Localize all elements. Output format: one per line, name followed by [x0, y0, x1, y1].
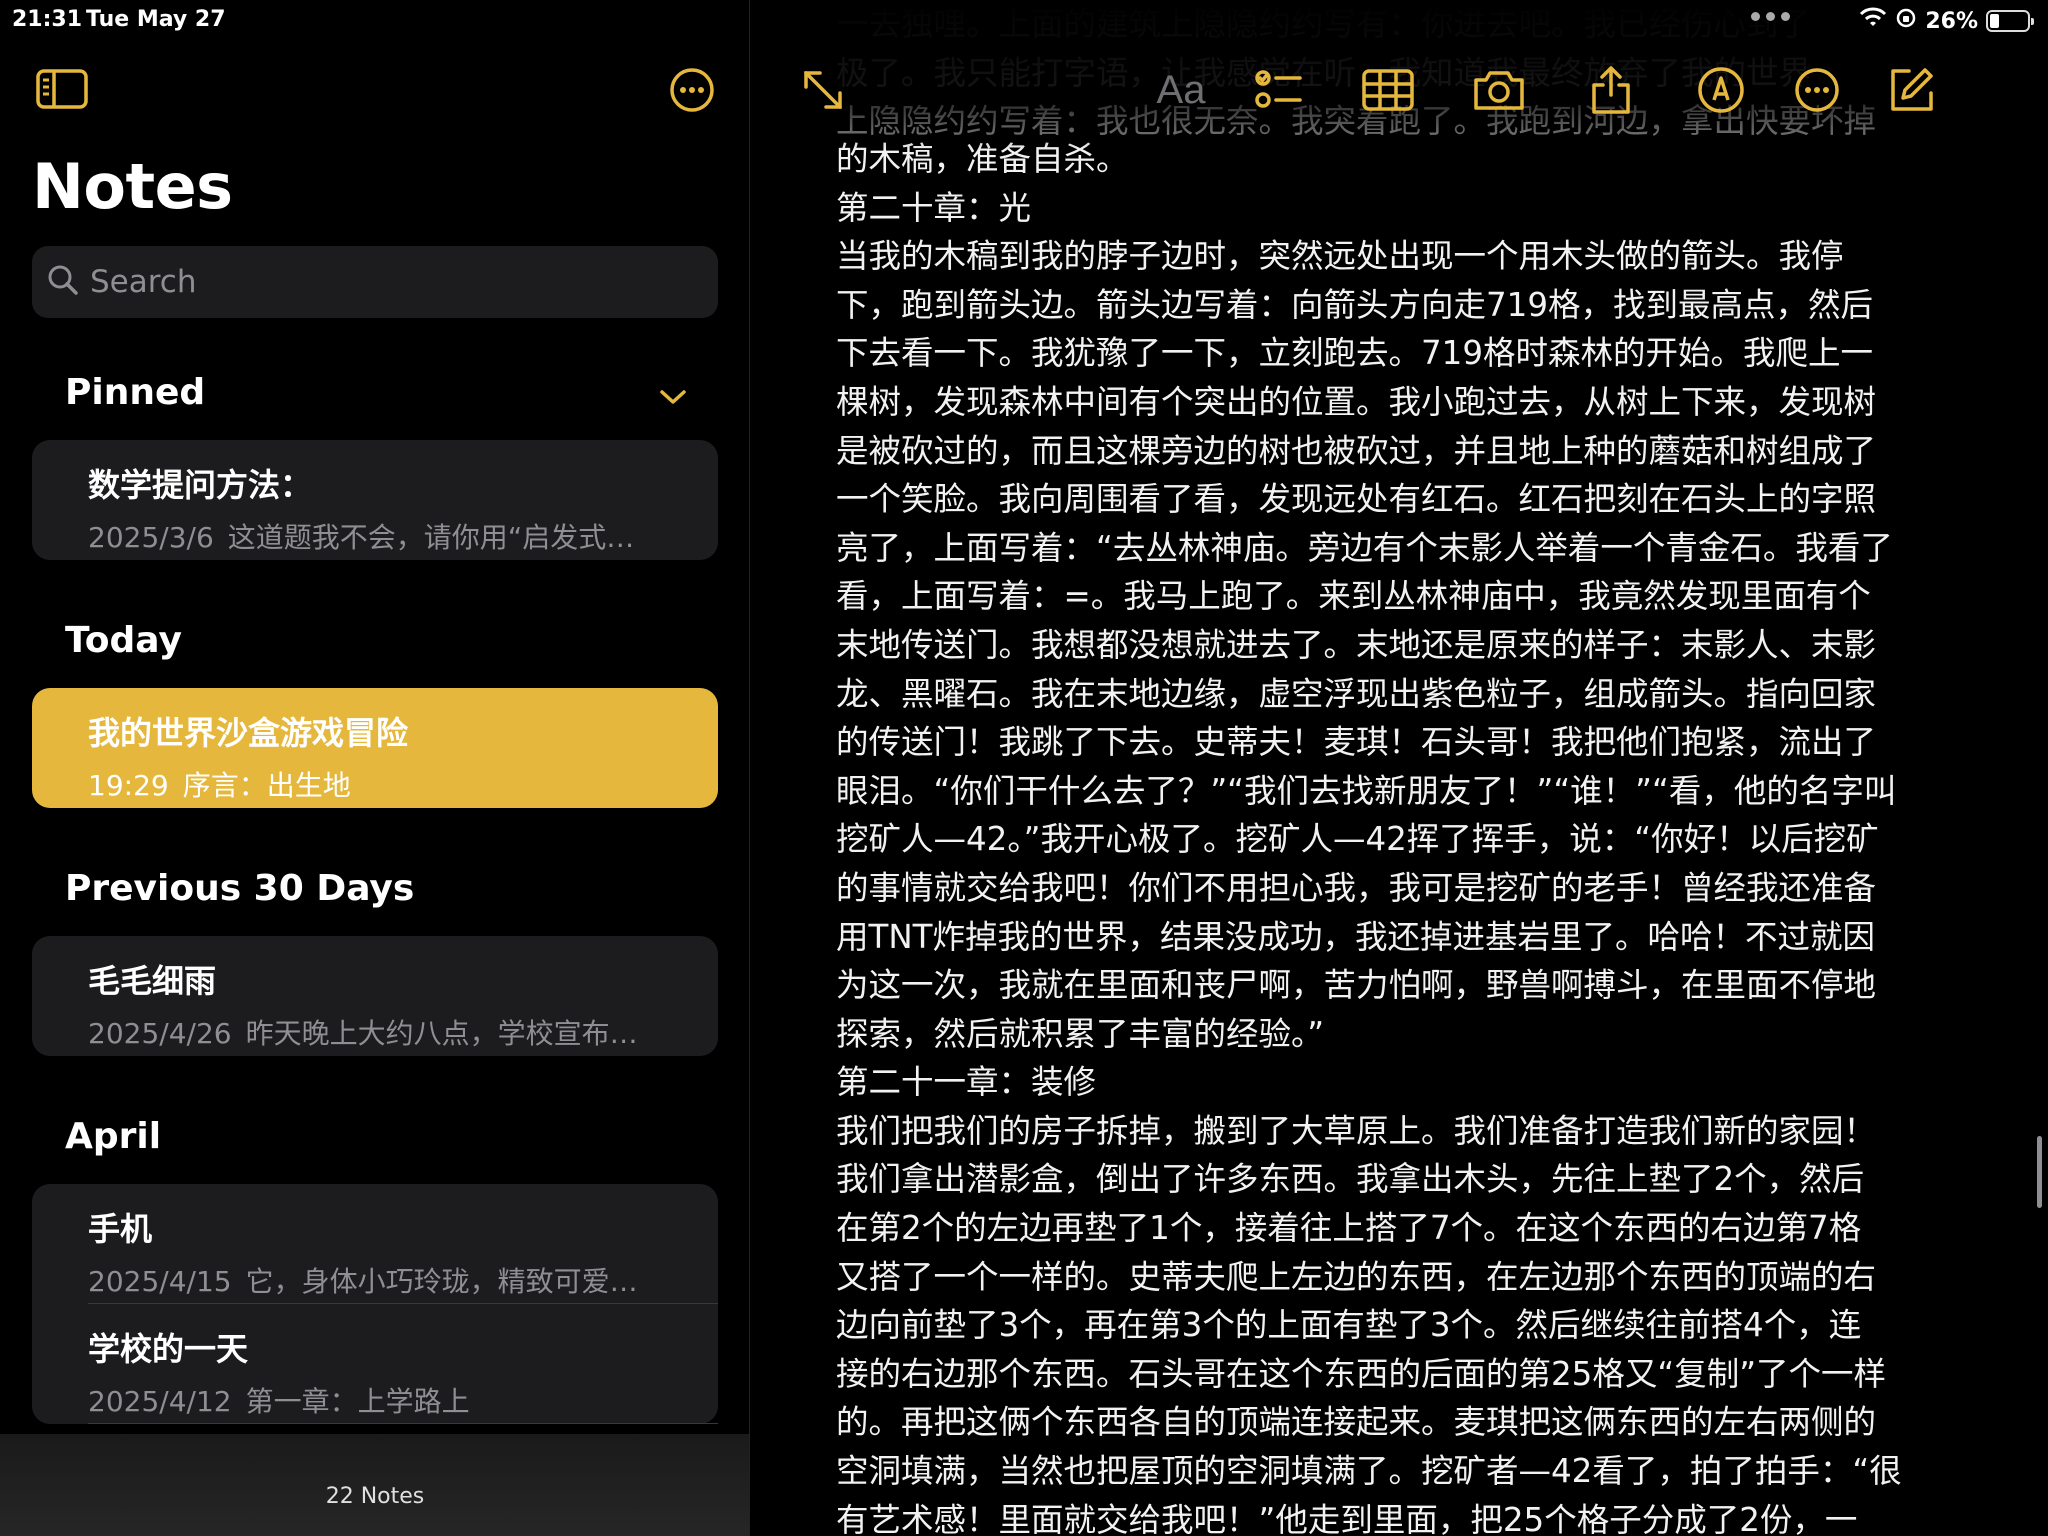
section-previous-30-days: Previous 30 Days: [65, 868, 415, 909]
note-line: 又搭了一个一样的。史蒂夫爬上左边的东西，在左边那个东西的顶端的右: [836, 1257, 1877, 1296]
note-item[interactable]: 手机 2025/4/15 它，身体小巧玲珑，精致可爱…: [32, 1184, 718, 1304]
status-date: Tue May 27: [86, 7, 226, 32]
note-line: 有艺术感！里面就交给我吧！”他走到里面，把25个格子分成了2份，一: [836, 1500, 1858, 1536]
section-april: April: [65, 1116, 162, 1157]
note-preview: 它，身体小巧玲珑，精致可爱…: [245, 1265, 638, 1298]
note-line: 是被砍过的，而且这棵旁边的树也被砍过，并且地上种的蘑菇和树组成了: [836, 431, 1877, 470]
note-line: 第二十一章：装修: [836, 1063, 1097, 1102]
note-line: 下，跑到箭头边。箭头边写着：向箭头方向走719格，找到最高点，然后: [836, 285, 1874, 324]
note-line: 看，上面写着：=。我马上跑了。来到丛林神庙中，我竟然发现里面有个: [836, 577, 1871, 616]
table-icon[interactable]: [1358, 60, 1418, 120]
note-preview: 第一章：上学路上: [245, 1385, 470, 1418]
expand-icon[interactable]: [793, 60, 853, 120]
search-icon: [46, 263, 80, 301]
section-today: Today: [65, 620, 182, 661]
camera-icon[interactable]: [1469, 60, 1529, 120]
today-list: 我的世界沙盒游戏冒险 19:29 序言：出生地: [32, 688, 718, 808]
note-line: 龙、黑曜石。我在末地边缘，虚空浮现出紫色粒子，组成箭头。指向回家: [836, 674, 1877, 713]
note-body[interactable]: 的木稿，准备自杀。 第二十章：光 当我的木稿到我的脖子边时，突然远处出现一个用木头…: [836, 135, 1986, 1536]
note-line: 末地传送门。我想都没想就进去了。末地还是原来的样子：末影人、末影: [836, 625, 1877, 664]
note-line: 当我的木稿到我的脖子边时，突然远处出现一个用木头做的箭头。我停: [836, 237, 1844, 276]
checklist-icon[interactable]: [1249, 60, 1309, 120]
note-title: 我的世界沙盒游戏冒险: [88, 714, 409, 752]
note-line: 下去看一下。我犹豫了一下，立刻跑去。719格时森林的开始。我爬上一: [836, 334, 1874, 373]
note-subtitle: 2025/4/15 它，身体小巧玲珑，精致可爱…: [88, 1260, 688, 1300]
note-item-selected[interactable]: 我的世界沙盒游戏冒险 19:29 序言：出生地: [32, 688, 718, 808]
note-line: 亮了，上面写着：“去丛林神庙。旁边有个末影人举着一个青金石。我看了: [836, 528, 1893, 567]
compose-icon[interactable]: [1881, 60, 1941, 120]
note-date: 19:29: [88, 769, 169, 802]
note-line: 边向前垫了3个，再在第3个的上面有垫了3个。然后继续往前搭4个，连: [836, 1306, 1862, 1345]
more-options-icon[interactable]: [1787, 60, 1847, 120]
note-line: 我们拿出潜影盒，倒出了许多东西。我拿出木头，先往上垫了2个，然后: [836, 1160, 1865, 1199]
format-text-button[interactable]: Aa: [1141, 60, 1221, 120]
status-time: 21:31: [12, 7, 83, 32]
note-subtitle: 2025/4/12 第一章：上学路上: [88, 1380, 688, 1420]
note-line: 的。再把这俩个东西各自的顶端连接起来。麦琪把这俩东西的左右两侧的: [836, 1403, 1877, 1442]
wifi-icon: [1859, 7, 1887, 35]
note-subtitle: 19:29 序言：出生地: [88, 764, 688, 804]
search-placeholder: Search: [90, 264, 197, 300]
scroll-indicator[interactable]: [2037, 1136, 2042, 1208]
note-subtitle: 2025/3/6 这道题我不会，请你用“启发式…: [88, 516, 688, 556]
note-line: 棵树，发现森林中间有个突出的位置。我小跑过去，从树上下来，发现树: [836, 382, 1877, 421]
markup-pen-icon[interactable]: [1691, 60, 1751, 120]
note-date: 2025/4/26: [88, 1017, 232, 1050]
notes-count: 22 Notes: [325, 1484, 425, 1509]
note-line: 为这一次，我就在里面和丧尸啊，苦力怕啊，野兽啊搏斗，在里面不停地: [836, 966, 1877, 1005]
page-title: Notes: [32, 150, 233, 223]
note-line: 挖矿人—42。”我开心极了。挖矿人—42挥了挥手，说：“你好！以后挖矿: [836, 820, 1879, 859]
status-right: 26%: [1859, 7, 2034, 35]
note-line: 接的右边那个东西。石头哥在这个东西的后面的第25格又“复制”了个一样: [836, 1354, 1887, 1393]
pinned-list: 数学提问方法： 2025/3/6 这道题我不会，请你用“启发式…: [32, 440, 718, 560]
note-date: 2025/3/6: [88, 521, 214, 554]
previous-list: 毛毛细雨 2025/4/26 昨天晚上大约八点，学校宣布…: [32, 936, 718, 1056]
section-pinned: Pinned: [65, 372, 206, 413]
note-line: 的传送门！我跳了下去。史蒂夫！麦琪！石头哥！我把他们抱紧，流出了: [836, 723, 1877, 762]
notes-sidebar: Notes Search Pinned 数学提问方法： 2025/3/6 这道题我…: [0, 0, 750, 1536]
status-bar: 21:31 Tue May 27 26%: [0, 0, 2048, 40]
note-line: 眼泪。“你们干什么去了？”“我们去找新朋友了！”“谁！”“看，他的名字叫: [836, 771, 1897, 810]
note-title: 手机: [88, 1210, 153, 1248]
share-icon[interactable]: [1581, 60, 1641, 120]
note-title: 数学提问方法：: [88, 466, 313, 504]
note-line: 用TNT炸掉我的世界，结果没成功，我还掉进基岩里了。哈哈！不过就因: [836, 917, 1876, 956]
note-item[interactable]: 学校的一天 2025/4/12 第一章：上学路上: [32, 1304, 718, 1424]
note-line: 一个笑脸。我向周围看了看，发现远处有红石。红石把刻在石头上的字照: [836, 480, 1877, 519]
note-line: 在第2个的左边再垫了1个，接着往上搭了7个。在这个东西的右边第7格: [836, 1209, 1862, 1248]
note-title: 学校的一天: [88, 1330, 249, 1368]
note-title: 毛毛细雨: [88, 962, 217, 1000]
note-preview: 昨天晚上大约八点，学校宣布…: [245, 1017, 638, 1050]
note-editor[interactable]: 一去独哩。上面的建筑上隐隐约约写有：你进去吧。我已经伤心到了极了。我只能打字语，…: [751, 0, 2048, 1536]
note-line: 空洞填满，当然也把屋顶的空洞填满了。挖矿者—42看了，拍了拍手：“很: [836, 1452, 1902, 1491]
battery-percent: 26%: [1925, 8, 1978, 34]
note-line: 第二十章：光: [836, 188, 1032, 227]
sidebar-toggle-icon[interactable]: [34, 66, 90, 112]
note-preview: 这道题我不会，请你用“启发式…: [227, 521, 635, 554]
note-item[interactable]: 毛毛细雨 2025/4/26 昨天晚上大约八点，学校宣布…: [32, 936, 718, 1056]
search-input[interactable]: Search: [32, 246, 718, 318]
notes-count-footer: 22 Notes: [0, 1434, 749, 1536]
note-preview: 序言：出生地: [182, 769, 351, 802]
note-date: 2025/4/15: [88, 1265, 232, 1298]
note-item[interactable]: 数学提问方法： 2025/3/6 这道题我不会，请你用“启发式…: [32, 440, 718, 560]
april-list: 手机 2025/4/15 它，身体小巧玲珑，精致可爱… 学校的一天 2025/4/…: [32, 1184, 718, 1424]
divider: [88, 1423, 718, 1424]
editor-toolbar: Aa: [751, 60, 2048, 120]
note-line: 探索，然后就积累了丰富的经验。”: [836, 1014, 1325, 1053]
chevron-down-icon[interactable]: [656, 382, 690, 412]
battery-icon: [1986, 10, 2034, 32]
orientation-lock-icon: [1895, 7, 1917, 35]
note-date: 2025/4/12: [88, 1385, 232, 1418]
more-options-icon[interactable]: [668, 66, 716, 114]
note-subtitle: 2025/4/26 昨天晚上大约八点，学校宣布…: [88, 1012, 688, 1052]
note-line: 的事情就交给我吧！你们不用担心我，我可是挖矿的老手！曾经我还准备: [836, 868, 1877, 907]
note-line: 我们把我们的房子拆掉，搬到了大草原上。我们准备打造我们新的家园！: [836, 1111, 1877, 1150]
